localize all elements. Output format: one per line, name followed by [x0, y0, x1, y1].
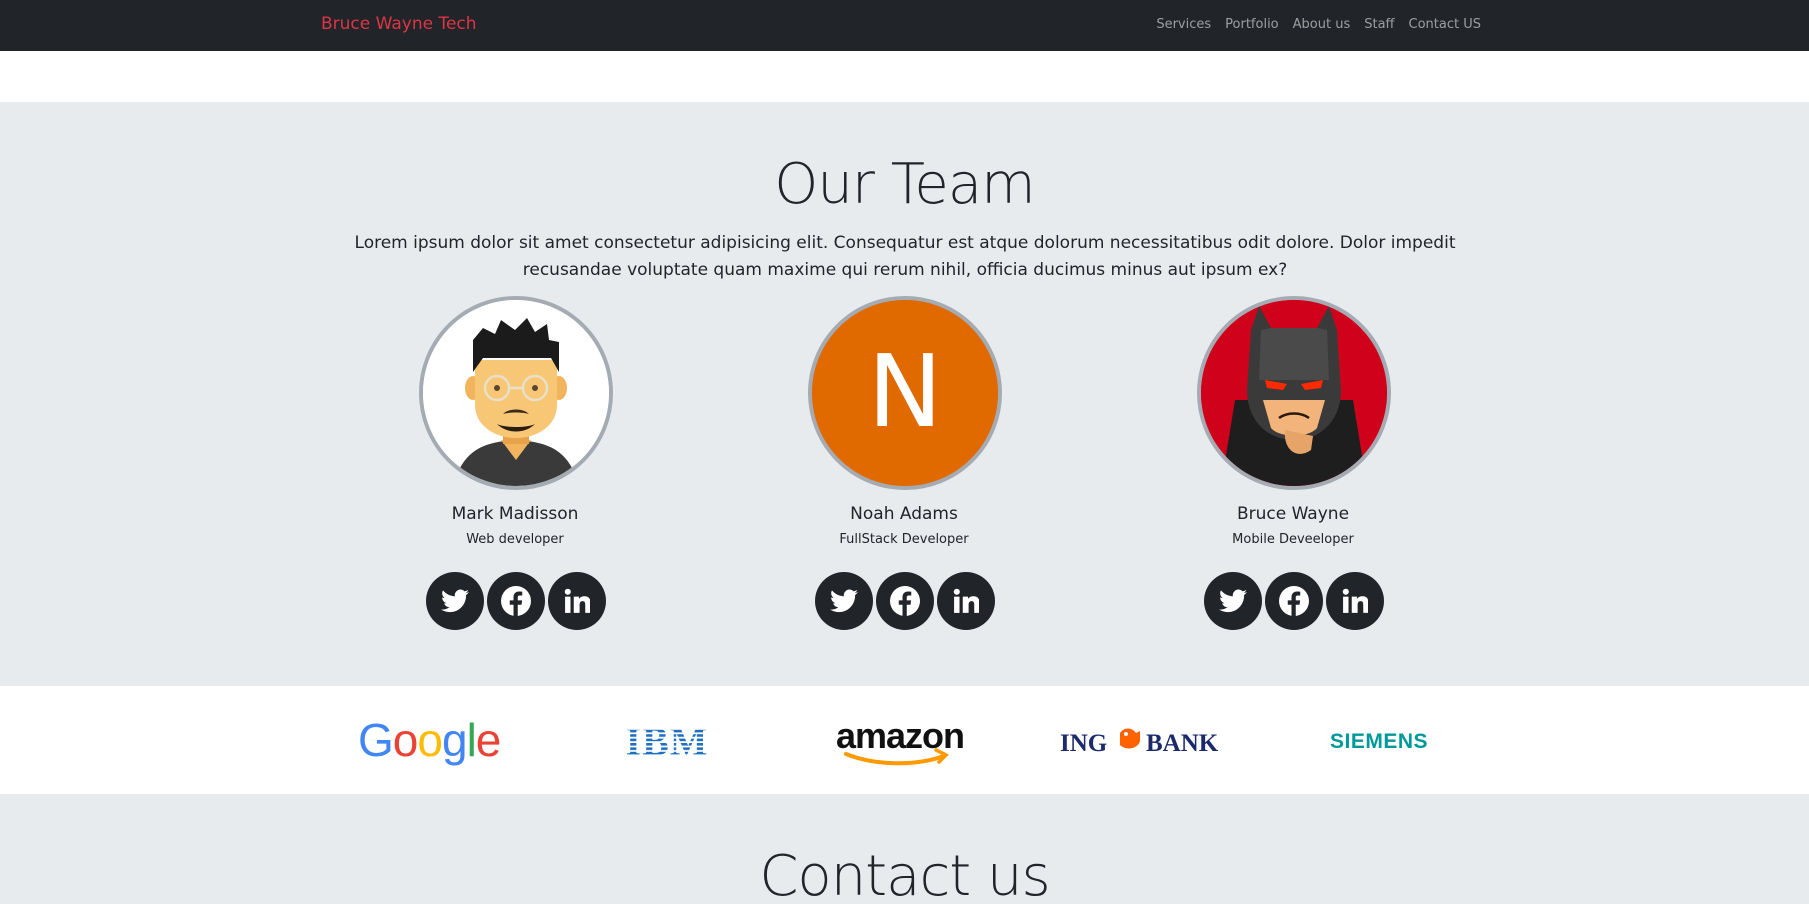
twitter-icon[interactable] — [426, 572, 484, 630]
social-links — [1204, 572, 1384, 630]
contact-title: Contact us — [759, 844, 1050, 904]
team-title: Our Team — [774, 152, 1035, 217]
member-name: Noah Adams — [850, 504, 958, 524]
ibm-logo: IBM — [625, 716, 710, 766]
facebook-icon[interactable] — [1265, 572, 1323, 630]
nav-link-services[interactable]: Services — [1149, 17, 1218, 32]
nav-link-contact-us[interactable]: Contact US — [1402, 17, 1481, 32]
team-section: Our Team Lorem ipsum dolor sit amet cons… — [0, 102, 1809, 686]
cartoon-man-glasses-avatar — [419, 296, 613, 490]
svg-text:IBM: IBM — [626, 721, 709, 761]
navbar: Bruce Wayne Tech Services Portfolio Abou… — [0, 0, 1809, 51]
avatar-letter: N — [868, 333, 943, 450]
facebook-icon[interactable] — [487, 572, 545, 630]
svg-text:SIEMENS: SIEMENS — [1330, 730, 1428, 753]
linkedin-icon[interactable] — [1326, 572, 1384, 630]
siemens-logo: SIEMENS — [1326, 716, 1432, 766]
nav-link-about-us[interactable]: About us — [1286, 17, 1358, 32]
twitter-icon[interactable] — [1204, 572, 1262, 630]
svg-text:Google: Google — [358, 716, 500, 766]
ing-bank-logo: ING BANK — [1060, 716, 1224, 766]
nav-link-portfolio[interactable]: Portfolio — [1218, 17, 1285, 32]
member-role: Web developer — [466, 532, 564, 547]
contact-section: Contact us — [0, 794, 1809, 904]
nav-link-staff[interactable]: Staff — [1357, 17, 1401, 32]
social-links — [815, 572, 995, 630]
team-description: Lorem ipsum dolor sit amet consectetur a… — [354, 233, 1456, 280]
social-links — [426, 572, 606, 630]
facebook-icon[interactable] — [876, 572, 934, 630]
nav-links: Services Portfolio About us Staff Contac… — [1149, 17, 1481, 32]
member-name: Bruce Wayne — [1236, 504, 1350, 524]
google-logo: Google — [358, 716, 500, 766]
brand-link[interactable]: Bruce Wayne Tech — [321, 14, 477, 34]
svg-text:ING: ING — [1060, 730, 1107, 757]
linkedin-icon[interactable] — [937, 572, 995, 630]
twitter-icon[interactable] — [815, 572, 873, 630]
member-role: Mobile Deveeloper — [1232, 532, 1354, 547]
member-role: FullStack Developer — [839, 532, 969, 547]
letter-avatar: N — [808, 296, 1002, 490]
batman-avatar — [1197, 296, 1391, 490]
linkedin-icon[interactable] — [548, 572, 606, 630]
member-name: Mark Madisson — [451, 504, 579, 524]
svg-text:BANK: BANK — [1146, 730, 1219, 757]
svg-text:amazon: amazon — [836, 716, 964, 756]
amazon-logo: amazon — [836, 716, 974, 766]
client-logos: Google IBM amazon ING BANK SIEMENS — [0, 686, 1809, 794]
